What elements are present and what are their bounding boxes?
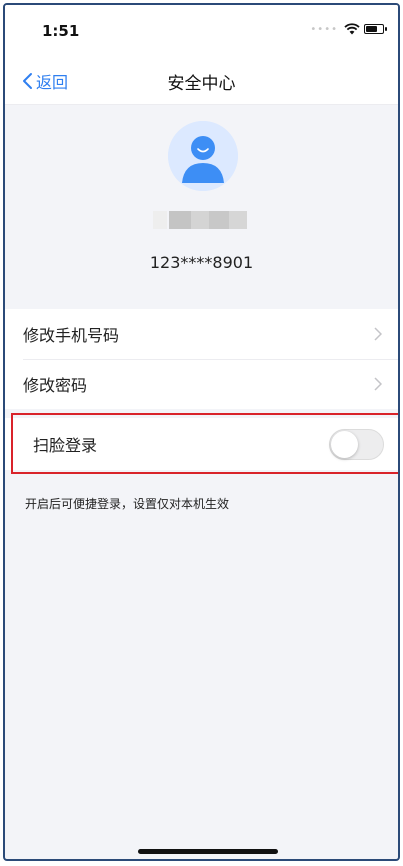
face-login-row: 扫脸登录	[5, 418, 398, 470]
battery-icon	[364, 24, 387, 34]
face-login-toggle[interactable]	[329, 429, 384, 460]
face-login-hint: 开启后可便捷登录，设置仅对本机生效	[25, 497, 230, 511]
status-time: 1:51	[42, 22, 80, 40]
status-icons: ••••	[310, 23, 387, 35]
user-avatar-icon	[168, 121, 238, 191]
home-indicator[interactable]	[138, 849, 278, 854]
toggle-knob	[331, 431, 358, 458]
change-password-label: 修改密码	[23, 376, 88, 395]
signal-dots-icon: ••••	[310, 23, 338, 35]
wifi-icon	[344, 23, 360, 35]
status-bar: 1:51 ••••	[5, 5, 398, 55]
change-phone-item[interactable]: 修改手机号码	[5, 309, 398, 359]
username-blurred	[153, 211, 249, 229]
phone-number: 123****8901	[149, 253, 254, 272]
change-phone-label: 修改手机号码	[23, 326, 120, 345]
page-title: 安全中心	[167, 74, 236, 94]
nav-bar: 返回 安全中心	[5, 55, 398, 105]
change-password-item[interactable]: 修改密码	[5, 359, 398, 409]
phone-frame: 1:51 •••• 返回 安全中心 123****8901 修改手机号码 修改密…	[3, 3, 400, 861]
chevron-right-icon	[374, 377, 382, 391]
settings-group: 修改手机号码 修改密码	[5, 309, 398, 409]
chevron-right-icon	[374, 327, 382, 341]
face-login-label: 扫脸登录	[33, 436, 98, 455]
